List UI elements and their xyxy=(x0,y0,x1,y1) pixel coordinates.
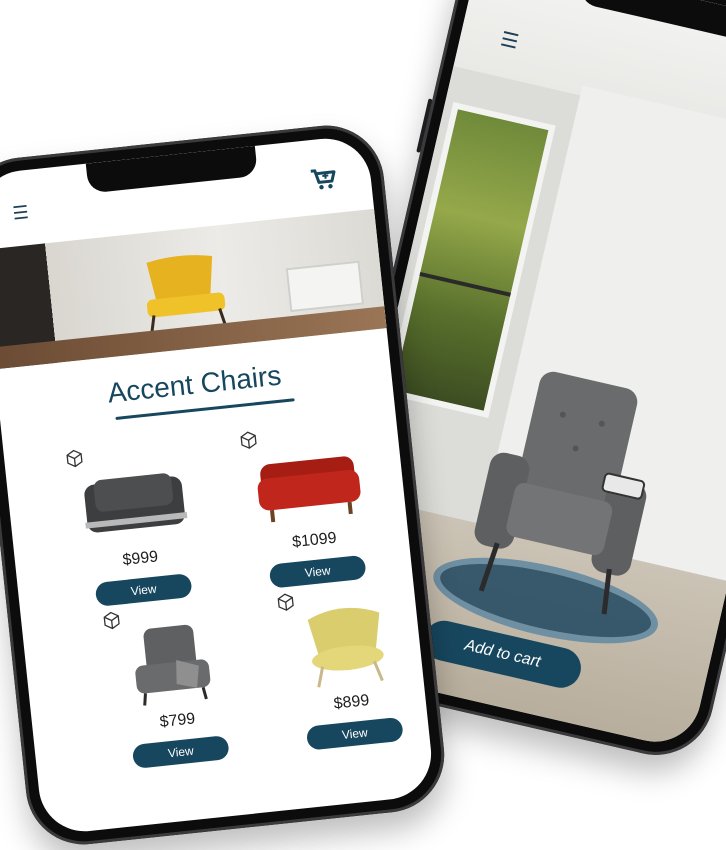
3d-cube-icon[interactable] xyxy=(64,448,86,470)
product-card[interactable]: $899 View xyxy=(266,587,431,754)
3d-cube-icon[interactable] xyxy=(275,591,297,613)
hero-shelf xyxy=(285,260,364,313)
product-image-red-chesterfield-chair[interactable] xyxy=(250,439,368,530)
volume-button xyxy=(416,98,433,153)
product-image-gray-club-chair[interactable] xyxy=(76,457,194,548)
hamburger-menu-icon[interactable]: ☰ xyxy=(12,202,30,225)
hero-banner-image xyxy=(0,208,387,370)
product-card[interactable]: $1099 View xyxy=(228,425,393,592)
cart-icon[interactable] xyxy=(309,166,337,193)
catalog-phone: ☰ Accent Chairs $999 View $1099 View $79… xyxy=(0,119,450,850)
3d-cube-icon[interactable] xyxy=(101,610,123,632)
view-button[interactable]: View xyxy=(268,554,367,589)
product-card[interactable]: $999 View xyxy=(54,443,219,610)
view-button[interactable]: View xyxy=(131,735,230,769)
product-card[interactable]: $799 View xyxy=(92,605,257,772)
catalog-screen: ☰ Accent Chairs $999 View $1099 View $79… xyxy=(0,134,436,836)
view-button[interactable]: View xyxy=(305,716,404,751)
product-image-gray-armchair[interactable] xyxy=(113,619,231,710)
phone-notch xyxy=(85,145,258,194)
product-image-yellow-wingback-chair[interactable] xyxy=(287,601,405,692)
3d-cube-icon[interactable] xyxy=(238,429,260,451)
view-button[interactable]: View xyxy=(94,573,193,607)
